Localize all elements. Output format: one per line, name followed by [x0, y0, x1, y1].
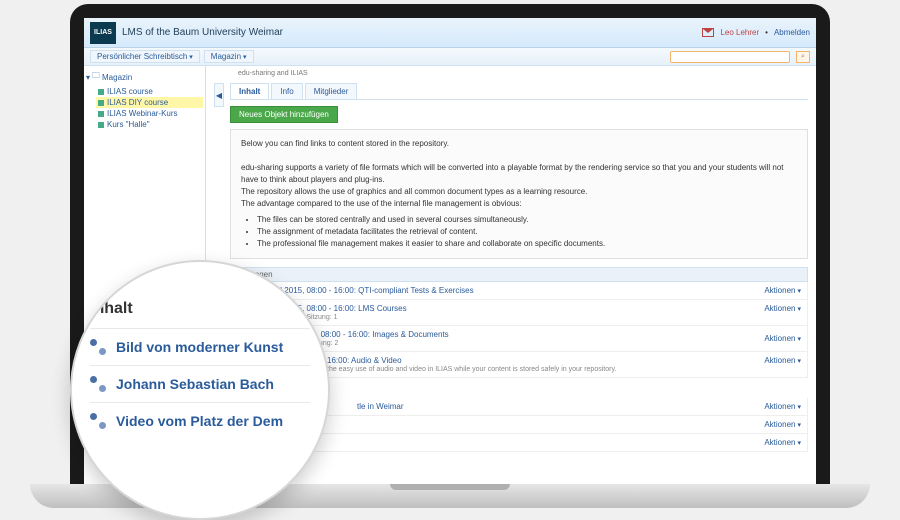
course-icon: [98, 100, 104, 106]
top-right: Leo Lehrer • Abmelden: [702, 28, 810, 37]
session-link[interactable]: 03. Jul 2015, 08:00 - 16:00: QTI-complia…: [259, 286, 474, 295]
actions-label: Aktionen: [764, 420, 795, 429]
content-icon: [90, 413, 106, 429]
sidebar-item-course[interactable]: ILIAS course: [96, 86, 203, 97]
tabs: Inhalt Info Mitglieder: [230, 83, 808, 100]
magnifier-link: Johann Sebastian Bach: [116, 376, 274, 392]
course-icon: [98, 111, 104, 117]
user-name[interactable]: Leo Lehrer: [720, 28, 759, 37]
tab-members[interactable]: Mitglieder: [305, 83, 358, 99]
tree-root[interactable]: ▾ 🗀 Magazin: [86, 70, 203, 84]
sidebar-item-diy[interactable]: ILIAS DIY course: [96, 97, 203, 108]
actions-dropdown[interactable]: Aktionen: [764, 356, 801, 365]
intro-p1: Below you can find links to content stor…: [241, 138, 797, 150]
magnifier-link: Bild von moderner Kunst: [116, 339, 283, 355]
navbar: Persönlicher Schreibtisch Magazin ⌕: [84, 48, 816, 66]
magnifier-item[interactable]: Bild von moderner Kunst: [90, 328, 310, 365]
magnifier-item[interactable]: Johann Sebastian Bach: [90, 365, 310, 402]
search-button[interactable]: ⌕: [796, 51, 810, 63]
actions-label: Aktionen: [764, 356, 795, 365]
add-object-button[interactable]: Neues Objekt hinzufügen: [230, 106, 338, 123]
actions-dropdown[interactable]: Aktionen: [764, 438, 801, 447]
session-row: ▸ 03. Jul 2015, 08:00 - 16:00: QTI-compl…: [230, 282, 808, 300]
intro-bullet: The files can be stored centrally and us…: [257, 214, 797, 226]
session-sub: Sitzung: 2: [307, 340, 760, 347]
mail-icon[interactable]: [702, 28, 714, 37]
collapse-icon: ▾: [86, 73, 90, 82]
session-sub: the easy use of audio and video in ILIAS…: [327, 366, 760, 373]
actions-label: Aktionen: [764, 334, 795, 343]
actions-dropdown[interactable]: Aktionen: [764, 334, 801, 343]
chevron-down-icon: [797, 420, 801, 429]
magnifier-overlay: Inhalt Bild von moderner Kunst Johann Se…: [70, 260, 330, 520]
actions-dropdown[interactable]: Aktionen: [764, 304, 801, 313]
sidebar-item-label: ILIAS Webinar-Kurs: [107, 109, 178, 118]
session-link[interactable]: 16:00: Audio & Video: [327, 356, 402, 365]
sidebar-item-label: ILIAS DIY course: [107, 98, 168, 107]
sidebar-item-webinar[interactable]: ILIAS Webinar-Kurs: [96, 108, 203, 119]
actions-dropdown[interactable]: Aktionen: [764, 420, 801, 429]
tree-children: ILIAS course ILIAS DIY course ILIAS Webi…: [86, 86, 203, 130]
nav-magazin-label: Magazin: [211, 52, 241, 61]
session-link[interactable]: 15, 08:00 - 16:00: Images & Documents: [307, 330, 448, 339]
sidebar-item-label: ILIAS course: [107, 87, 153, 96]
intro-p2: edu-sharing supports a variety of file f…: [241, 162, 797, 186]
chevron-down-icon: [797, 286, 801, 295]
nav-magazin[interactable]: Magazin: [204, 50, 254, 63]
course-icon: [98, 89, 104, 95]
logout-link[interactable]: Abmelden: [774, 28, 810, 37]
tree-root-label: Magazin: [102, 73, 132, 82]
chevron-down-icon: [243, 52, 247, 61]
tab-info[interactable]: Info: [271, 83, 302, 99]
logo[interactable]: ILIAS: [90, 22, 116, 44]
content-link[interactable]: tle in Weimar: [357, 402, 404, 411]
folder-icon: 🗀: [92, 70, 100, 84]
separator: •: [765, 28, 768, 37]
nav-desktop-label: Persönlicher Schreibtisch: [97, 52, 187, 61]
sessions-header: Sitzungen: [230, 267, 808, 282]
chevron-down-icon: [797, 356, 801, 365]
collapse-handle[interactable]: ◀: [214, 83, 224, 107]
tab-content[interactable]: Inhalt: [230, 83, 269, 99]
session-row: ▸ 03. Jul 2015, 08:00 - 16:00: LMS Cours…: [230, 300, 808, 326]
sidebar-item-label: Kurs "Halle": [107, 120, 150, 129]
intro-p3: The repository allows the use of graphic…: [241, 186, 797, 198]
nav-desktop[interactable]: Persönlicher Schreibtisch: [90, 50, 200, 63]
laptop-notch: [390, 484, 510, 490]
content-icon: [90, 339, 106, 355]
intro-p4: The advantage compared to the use of the…: [241, 198, 797, 210]
actions-label: Aktionen: [764, 402, 795, 411]
chevron-down-icon: [797, 304, 801, 313]
chevron-down-icon: [797, 438, 801, 447]
magnifier-link: Video vom Platz der Dem: [116, 413, 283, 429]
search-input[interactable]: [670, 51, 790, 63]
breadcrumb: edu-sharing and ILIAS: [214, 70, 808, 77]
chevron-down-icon: [189, 52, 193, 61]
actions-dropdown[interactable]: Aktionen: [764, 286, 801, 295]
actions-label: Aktionen: [764, 286, 795, 295]
chevron-down-icon: [797, 402, 801, 411]
course-icon: [98, 122, 104, 128]
magnifier-item[interactable]: Video vom Platz der Dem: [90, 402, 310, 439]
magnifier-header: Inhalt: [90, 300, 310, 318]
topbar: ILIAS LMS of the Baum University Weimar …: [84, 18, 816, 48]
actions-dropdown[interactable]: Aktionen: [764, 402, 801, 411]
actions-label: Aktionen: [764, 438, 795, 447]
content-icon: [90, 376, 106, 392]
chevron-down-icon: [797, 334, 801, 343]
app-title: LMS of the Baum University Weimar: [122, 27, 283, 38]
actions-label: Aktionen: [764, 304, 795, 313]
session-sub: Materialien zur Sitzung: 1: [259, 314, 761, 321]
search-icon: ⌕: [801, 53, 805, 61]
sidebar-item-halle[interactable]: Kurs "Halle": [96, 119, 203, 130]
intro-bullet: The assignment of metadata facilitates t…: [257, 226, 797, 238]
intro-bullet: The professional file management makes i…: [257, 238, 797, 250]
intro-box: Below you can find links to content stor…: [230, 129, 808, 259]
